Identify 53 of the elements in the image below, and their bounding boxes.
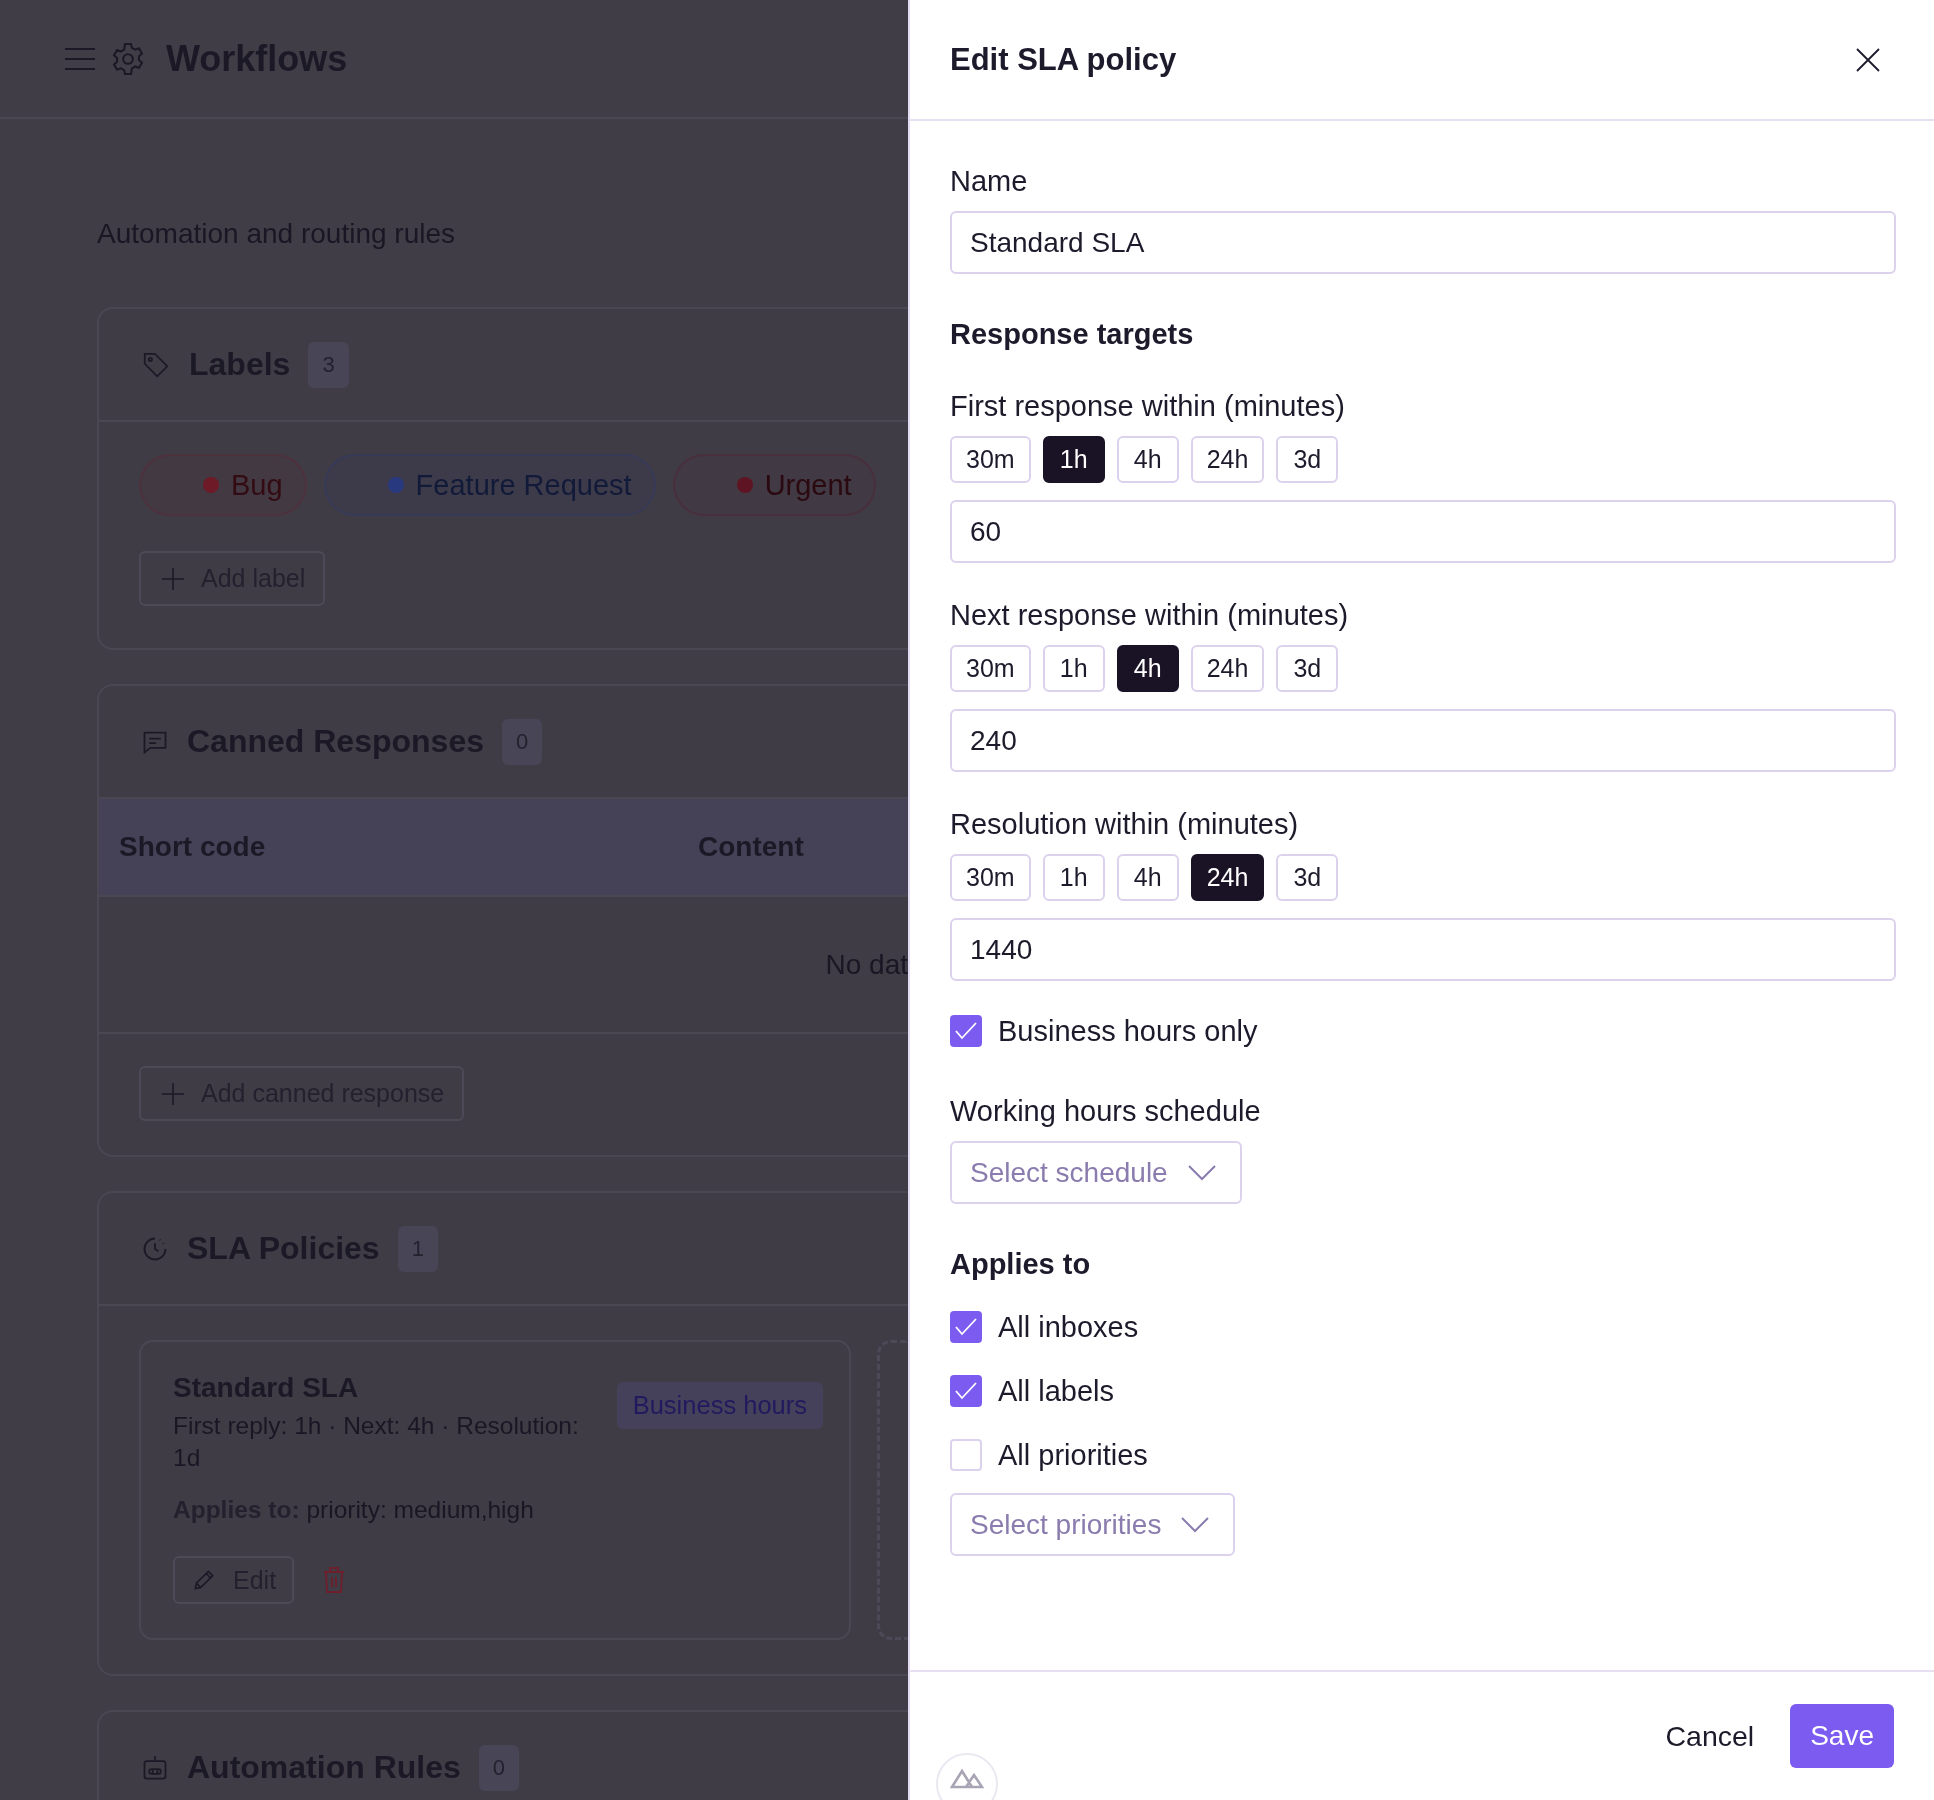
save-button[interactable]: Save [1790,1704,1894,1768]
close-button[interactable] [1856,47,1880,72]
robot-icon [141,1753,169,1782]
chevron-down-icon [1181,1516,1210,1533]
gear-icon [110,40,146,77]
dialog-title: Edit SLA policy [950,41,1177,78]
field-label: Next response within (minutes) [950,598,1350,633]
preset-button[interactable]: 3d [1276,436,1339,483]
minutes-field[interactable]: 240 [950,709,1896,772]
checkbox-label: Business hours only [998,1014,1258,1048]
checkbox-label: All inboxes [998,1310,1139,1344]
floating-button[interactable] [936,1753,998,1800]
pencil-icon [191,1567,217,1593]
checkbox-label: All labels [998,1374,1115,1408]
checkmark-icon [955,1318,977,1336]
plus-icon [161,1081,185,1106]
checkmark-icon [955,1382,977,1400]
preset-button[interactable]: 24h [1190,645,1265,692]
preset-button[interactable]: 4h [1116,436,1179,483]
preset-button[interactable]: 24h [1190,854,1265,901]
preset-button[interactable]: 30m [950,436,1031,483]
checkbox[interactable] [950,1375,982,1407]
preset-button[interactable]: 3d [1276,645,1339,692]
preset-button[interactable]: 30m [950,854,1031,901]
plus-icon [161,566,185,591]
field-label: Working hours schedule [950,1094,1262,1129]
checkmark-icon [955,1022,977,1040]
field-label: Name [950,164,1029,199]
chevron-down-icon [1187,1164,1216,1181]
preset-button[interactable]: 1h [1042,854,1105,901]
close-icon [1856,47,1880,72]
priorities-select[interactable]: Select priorities [950,1493,1236,1556]
preset-button[interactable]: 30m [950,645,1031,692]
cancel-button[interactable]: Cancel [1665,1719,1755,1753]
checkbox[interactable] [950,1311,982,1343]
menu-icon[interactable] [64,46,96,71]
preset-button[interactable]: 3d [1276,854,1339,901]
checkbox-label: All priorities [998,1438,1148,1472]
section-heading: Response targets [950,317,1195,352]
minutes-field[interactable]: 60 [950,500,1896,563]
checkbox[interactable] [950,1015,982,1047]
minutes-field[interactable]: 1440 [950,918,1896,981]
field-label: Resolution within (minutes) [950,807,1300,842]
schedule-select[interactable]: Select schedule [950,1141,1242,1204]
preset-button[interactable]: 1h [1042,436,1105,483]
name-field[interactable]: Standard SLA [950,211,1896,274]
mountain-icon [950,1767,984,1789]
preset-button[interactable]: 4h [1116,854,1179,901]
preset-button[interactable]: 4h [1116,645,1179,692]
field-label: First response within (minutes) [950,389,1346,424]
preset-button[interactable]: 1h [1042,645,1105,692]
preset-button[interactable]: 24h [1190,436,1265,483]
section-heading: Applies to [950,1247,1092,1282]
